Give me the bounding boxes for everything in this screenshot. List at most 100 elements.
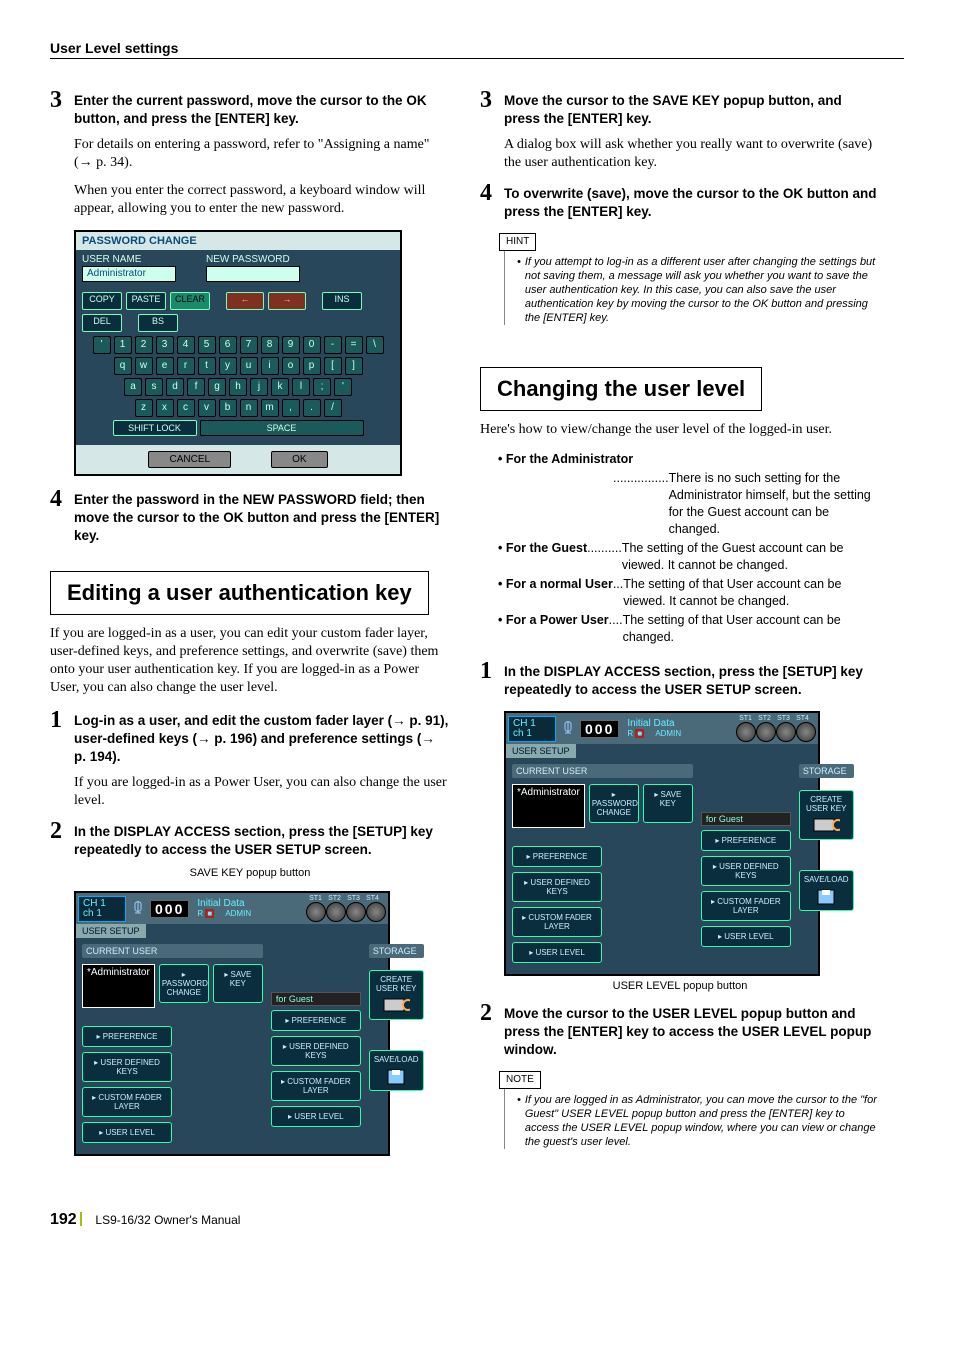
custom-fader-layer-guest-button[interactable]: ▸ CUSTOM FADER LAYER (271, 1071, 361, 1101)
shift-lock-button[interactable]: SHIFT LOCK (113, 420, 197, 436)
key-2[interactable]: 2 (135, 336, 153, 354)
key--[interactable]: - (324, 336, 342, 354)
key-q[interactable]: q (114, 357, 132, 375)
key-5[interactable]: 5 (198, 336, 216, 354)
key-0[interactable]: 0 (303, 336, 321, 354)
key-b[interactable]: b (219, 399, 237, 417)
save-load-button[interactable]: SAVE/LOAD (369, 1050, 424, 1091)
custom-fader-layer-guest-button[interactable]: ▸ CUSTOM FADER LAYER (701, 891, 791, 921)
key-4[interactable]: 4 (177, 336, 195, 354)
user-level-guest-button[interactable]: ▸ USER LEVEL (701, 926, 791, 947)
save-load-button[interactable]: SAVE/LOAD (799, 870, 854, 911)
key-p[interactable]: p (303, 357, 321, 375)
key-o[interactable]: o (282, 357, 300, 375)
hint-box: HINT • If you attempt to log-in as a dif… (504, 233, 880, 325)
custom-fader-layer-button[interactable]: ▸ CUSTOM FADER LAYER (512, 907, 602, 937)
key-;[interactable]: ; (313, 378, 331, 396)
key-d[interactable]: d (166, 378, 184, 396)
preference-guest-button[interactable]: ▸ PREFERENCE (701, 830, 791, 851)
note-text: If you are logged in as Administrator, y… (525, 1093, 880, 1149)
key-f[interactable]: f (187, 378, 205, 396)
hint-text: If you attempt to log-in as a different … (525, 255, 880, 325)
key-\[interactable]: \ (366, 336, 384, 354)
save-key-button[interactable]: ▸ SAVE KEY (213, 964, 263, 1003)
user-level-guest-button[interactable]: ▸ USER LEVEL (271, 1106, 361, 1127)
key-7[interactable]: 7 (240, 336, 258, 354)
bs-button[interactable]: BS (138, 314, 178, 332)
key-y[interactable]: y (219, 357, 237, 375)
key-h[interactable]: h (229, 378, 247, 396)
key-g[interactable]: g (208, 378, 226, 396)
preference-button[interactable]: ▸ PREFERENCE (512, 846, 602, 867)
user-defined-keys-button[interactable]: ▸ USER DEFINED KEYS (82, 1052, 172, 1082)
preference-guest-button[interactable]: ▸ PREFERENCE (271, 1010, 361, 1031)
user-defined-keys-button[interactable]: ▸ USER DEFINED KEYS (512, 872, 602, 902)
key-c[interactable]: c (177, 399, 195, 417)
key-6[interactable]: 6 (219, 336, 237, 354)
user-defined-keys-guest-button[interactable]: ▸ USER DEFINED KEYS (271, 1036, 361, 1066)
key-l[interactable]: l (292, 378, 310, 396)
key-u[interactable]: u (240, 357, 258, 375)
key-3[interactable]: 3 (156, 336, 174, 354)
cancel-button[interactable]: CANCEL (148, 451, 231, 468)
section-title: Changing the user level (497, 376, 745, 402)
key-/[interactable]: / (324, 399, 342, 417)
storage-heading: STORAGE (799, 764, 854, 778)
key-s[interactable]: s (145, 378, 163, 396)
key-[[interactable]: [ (324, 357, 342, 375)
keyrow-space: SHIFT LOCK SPACE (82, 420, 394, 436)
key-][interactable]: ] (345, 357, 363, 375)
ok-button[interactable]: OK (271, 451, 327, 468)
key-,[interactable]: , (282, 399, 300, 417)
arrow-left-button[interactable]: ← (226, 292, 264, 310)
key-z[interactable]: z (135, 399, 153, 417)
key-9[interactable]: 9 (282, 336, 300, 354)
key-a[interactable]: a (124, 378, 142, 396)
key-e[interactable]: e (156, 357, 174, 375)
password-change-button[interactable]: ▸ PASSWORD CHANGE (159, 964, 209, 1003)
tab-user-setup[interactable]: USER SETUP (76, 924, 148, 938)
paste-button[interactable]: PASTE (126, 292, 166, 310)
copy-button[interactable]: COPY (82, 292, 122, 310)
bullet-icon: • (517, 255, 521, 325)
password-change-button[interactable]: ▸ PASSWORD CHANGE (589, 784, 639, 823)
preference-button[interactable]: ▸ PREFERENCE (82, 1026, 172, 1047)
custom-fader-layer-button[interactable]: ▸ CUSTOM FADER LAYER (82, 1087, 172, 1117)
key-x[interactable]: x (156, 399, 174, 417)
key-i[interactable]: i (261, 357, 279, 375)
space-button[interactable]: SPACE (200, 420, 364, 436)
key-v[interactable]: v (198, 399, 216, 417)
key-=[interactable]: = (345, 336, 363, 354)
key-m[interactable]: m (261, 399, 279, 417)
key-n[interactable]: n (240, 399, 258, 417)
user-level-button[interactable]: ▸ USER LEVEL (82, 1122, 172, 1143)
user-name-field[interactable]: *Administrator (512, 784, 585, 828)
create-user-key-button[interactable]: CREATE USER KEY (369, 970, 424, 1020)
user-level-button[interactable]: ▸ USER LEVEL (512, 942, 602, 963)
key-1[interactable]: 1 (114, 336, 132, 354)
card-icon (812, 817, 840, 835)
user-name-field[interactable]: *Administrator (82, 964, 155, 1008)
arrow-right-button[interactable]: → (268, 292, 306, 310)
key-w[interactable]: w (135, 357, 153, 375)
key-.[interactable]: . (303, 399, 321, 417)
clear-button[interactable]: CLEAR (170, 292, 210, 310)
key-t[interactable]: t (198, 357, 216, 375)
ins-button[interactable]: INS (322, 292, 362, 310)
create-user-key-button[interactable]: CREATE USER KEY (799, 790, 854, 840)
knob-icon (346, 902, 366, 922)
step-1: 1 In the DISPLAY ACCESS section, press t… (480, 660, 880, 699)
new-password-field[interactable] (206, 266, 300, 282)
key-8[interactable]: 8 (261, 336, 279, 354)
del-button[interactable]: DEL (82, 314, 122, 332)
tab-user-setup[interactable]: USER SETUP (506, 744, 578, 758)
key-r[interactable]: r (177, 357, 195, 375)
key-k[interactable]: k (271, 378, 289, 396)
key-'[interactable]: ' (334, 378, 352, 396)
bullet-desc: The setting of that User account can be … (623, 576, 880, 610)
step-title: In the DISPLAY ACCESS section, press the… (74, 823, 450, 859)
key-j[interactable]: j (250, 378, 268, 396)
save-key-button[interactable]: ▸ SAVE KEY (643, 784, 693, 823)
key-'[interactable]: ' (93, 336, 111, 354)
user-defined-keys-guest-button[interactable]: ▸ USER DEFINED KEYS (701, 856, 791, 886)
